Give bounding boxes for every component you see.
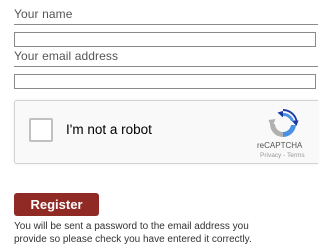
recaptcha-links: Privacy - Terms bbox=[260, 152, 305, 159]
email-label: Your email address bbox=[14, 49, 119, 63]
register-help-text: You will be sent a password to the email… bbox=[14, 221, 318, 246]
recaptcha-terms-link[interactable]: Terms bbox=[287, 152, 305, 159]
email-input[interactable] bbox=[14, 74, 316, 89]
recaptcha-privacy-link[interactable]: Privacy bbox=[260, 152, 281, 159]
email-label-underline bbox=[14, 66, 318, 67]
recaptcha-checkbox[interactable] bbox=[29, 118, 53, 142]
name-label-underline bbox=[14, 24, 318, 25]
help-text-line: provide so please check you have entered… bbox=[14, 233, 252, 245]
register-button[interactable]: Register bbox=[14, 193, 99, 216]
name-input[interactable] bbox=[14, 32, 316, 47]
help-text-line: You will be sent a password to the email… bbox=[14, 221, 249, 232]
recaptcha-widget: I'm not a robot reCAPTCHA Privacy - Term… bbox=[14, 100, 318, 164]
recaptcha-brand: reCAPTCHA bbox=[257, 141, 303, 150]
recaptcha-label: I'm not a robot bbox=[66, 122, 152, 137]
name-label: Your name bbox=[14, 7, 73, 21]
recaptcha-logo-icon bbox=[268, 109, 299, 138]
